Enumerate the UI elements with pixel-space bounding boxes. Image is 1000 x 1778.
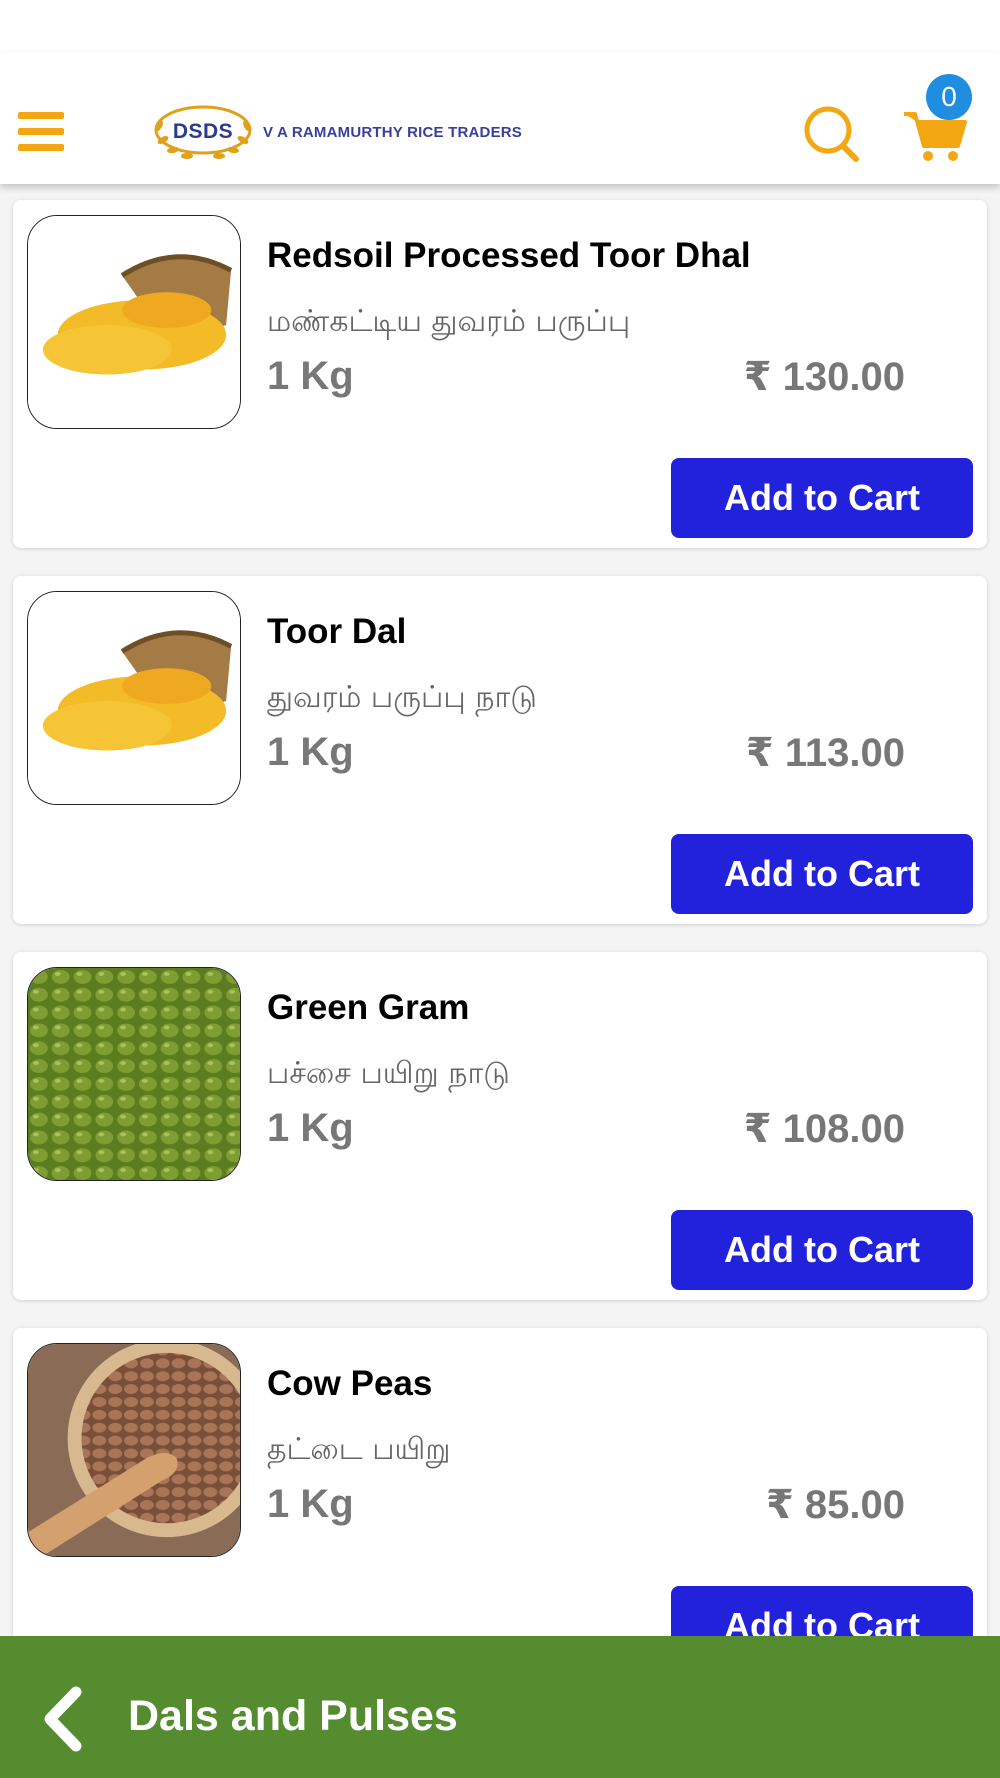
cow-peas-bowl-image: [28, 1344, 240, 1556]
product-image[interactable]: [27, 1343, 241, 1557]
product-price: ₹ 108.00: [743, 1107, 905, 1151]
hamburger-icon: [18, 112, 64, 119]
product-card: Cow Peas தட்டை பயிறு 1 Kg ₹ 85.00 Add to…: [13, 1328, 987, 1676]
product-image[interactable]: [27, 215, 241, 429]
toor-dal-sack-image: [28, 216, 240, 428]
product-image[interactable]: [27, 591, 241, 805]
menu-button[interactable]: [18, 112, 64, 152]
product-name: Toor Dal: [267, 612, 407, 651]
brand-name: V A RAMAMURTHY RICE TRADERS: [263, 124, 523, 141]
cart-count-badge: 0: [926, 74, 972, 120]
toor-dal-sack-image: [28, 592, 240, 804]
product-image[interactable]: [27, 967, 241, 1181]
category-footer: Dals and Pulses: [0, 1636, 1000, 1778]
brand-short: DSDS: [172, 120, 234, 143]
brand-logo[interactable]: DSDS V A RAMAMURTHY RICE TRADERS: [145, 100, 565, 164]
product-name-tamil: பச்சை பயிறு நாடு: [267, 1056, 510, 1091]
back-button[interactable]: [40, 1686, 90, 1752]
search-button[interactable]: [804, 104, 860, 162]
product-quantity: 1 Kg: [267, 354, 354, 398]
app-header: DSDS V A RAMAMURTHY RICE TRADERS: [0, 52, 1000, 184]
product-quantity: 1 Kg: [267, 1106, 354, 1150]
product-quantity: 1 Kg: [267, 730, 354, 774]
add-to-cart-button[interactable]: Add to Cart: [671, 1210, 973, 1290]
product-name: Cow Peas: [267, 1364, 433, 1403]
status-bar: [0, 0, 1000, 52]
product-price: ₹ 130.00: [743, 355, 905, 399]
add-to-cart-button[interactable]: Add to Cart: [671, 458, 973, 538]
product-name-tamil: துவரம் பருப்பு நாடு: [267, 680, 537, 715]
product-name-tamil: மண்கட்டிய துவரம் பருப்பு: [267, 304, 631, 339]
product-card: Toor Dal துவரம் பருப்பு நாடு 1 Kg ₹ 113.…: [13, 576, 987, 924]
add-to-cart-button[interactable]: Add to Cart: [671, 834, 973, 914]
product-name-tamil: தட்டை பயிறு: [267, 1432, 451, 1467]
product-price: ₹ 113.00: [745, 731, 905, 775]
product-name: Redsoil Processed Toor Dhal: [267, 236, 751, 275]
product-card: Green Gram பச்சை பயிறு நாடு 1 Kg ₹ 108.0…: [13, 952, 987, 1300]
green-gram-image: [28, 968, 240, 1180]
search-icon: [804, 106, 859, 162]
product-list-screen: DSDS V A RAMAMURTHY RICE TRADERS 0 Redso…: [0, 0, 1000, 1778]
product-name: Green Gram: [267, 988, 470, 1027]
product-quantity: 1 Kg: [267, 1482, 354, 1526]
chevron-left-icon: [44, 1686, 82, 1752]
product-card: Redsoil Processed Toor Dhal மண்கட்டிய து…: [13, 200, 987, 548]
category-title: Dals and Pulses: [128, 1692, 458, 1740]
product-price: ₹ 85.00: [765, 1483, 905, 1527]
